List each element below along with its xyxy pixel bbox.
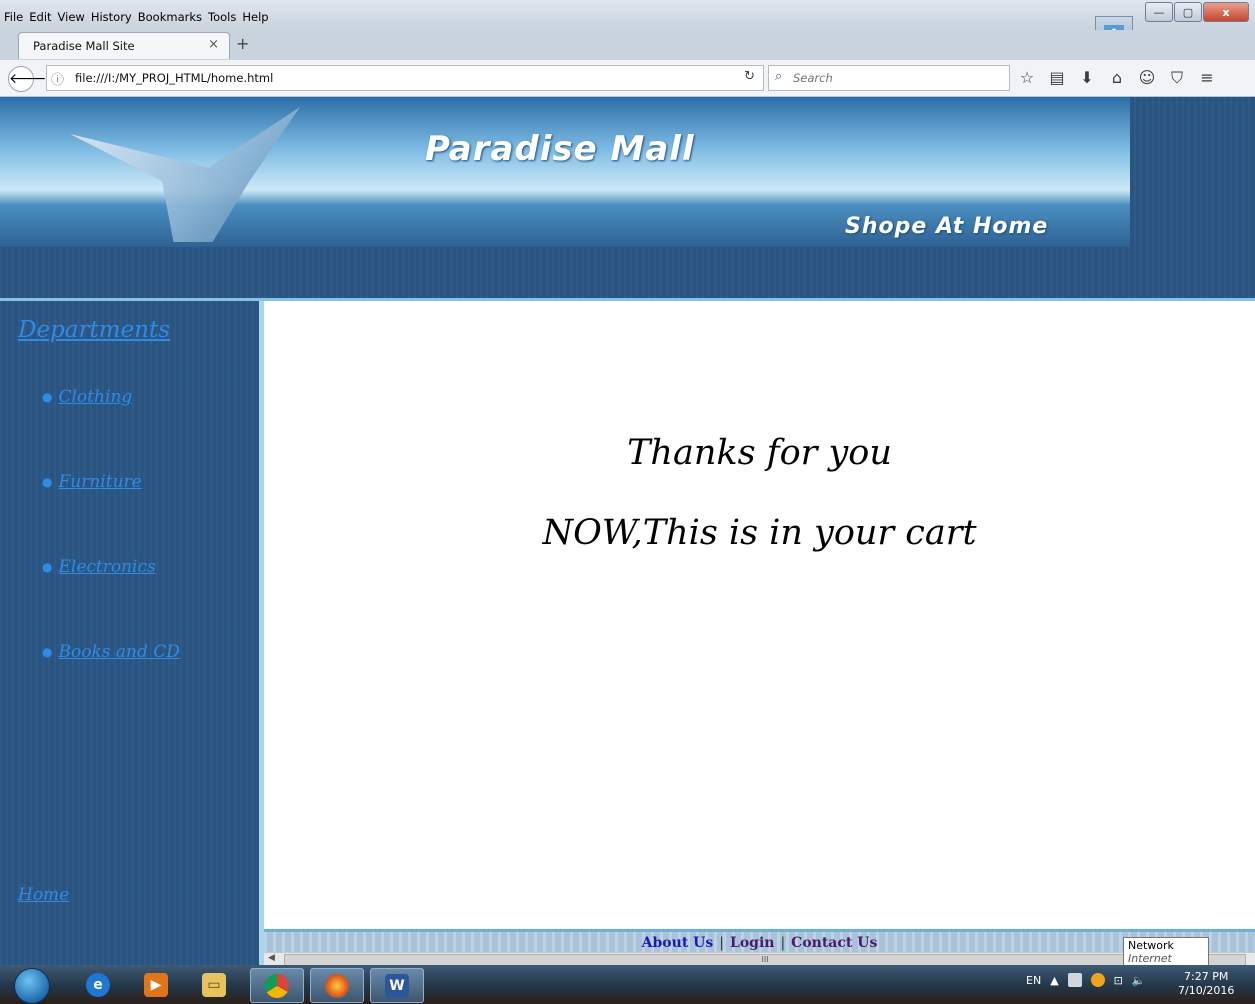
start-button[interactable] <box>14 968 50 1004</box>
tab-close-icon[interactable]: × <box>208 37 219 52</box>
tab-paradise-mall[interactable]: Paradise Mall Site × <box>18 32 230 59</box>
firefox-icon[interactable] <box>310 968 364 1003</box>
footer-separator: | <box>719 935 724 951</box>
toolbar-icons: ☆ ▤ ⬇ ⌂ ☺ ⛉ ≡ <box>1012 66 1222 90</box>
volume-icon[interactable]: 🔈 <box>1132 974 1146 987</box>
banner-title: Paradise Mall <box>425 129 695 169</box>
search-box[interactable]: ⌕ <box>768 65 1010 91</box>
dept-link-electronics[interactable]: Electronics <box>58 557 155 577</box>
url-text[interactable]: file:///I:/MY_PROJ_HTML/home.html <box>75 71 273 85</box>
menu-help[interactable]: Help <box>242 10 268 24</box>
reading-list-icon[interactable]: ▤ <box>1042 66 1072 90</box>
menu-list: File Edit View History Bookmarks Tools H… <box>4 10 269 24</box>
windows-taskbar: e ▶ ▭ W EN ▲ ⊡ 🔈 7:27 PM 7/10/2016 <box>0 965 1255 1004</box>
system-tray: EN ▲ ⊡ 🔈 <box>1026 973 1146 987</box>
new-tab-button[interactable]: + <box>236 34 249 53</box>
close-window-button[interactable]: x <box>1203 2 1249 22</box>
departments-heading[interactable]: Departments <box>18 317 170 343</box>
tab-strip: Paradise Mall Site × + <box>0 30 1255 60</box>
about-us-link[interactable]: About Us <box>642 935 714 951</box>
scroll-left-icon[interactable]: ◀ <box>268 953 275 963</box>
word-icon[interactable]: W <box>370 968 424 1003</box>
login-link[interactable]: Login <box>730 935 774 951</box>
footer-separator: | <box>780 935 786 951</box>
banner-subtitle: Shope At Home <box>845 214 1049 239</box>
reload-icon[interactable]: ↻ <box>744 69 755 84</box>
clock-date: 7/10/2016 <box>1178 984 1235 997</box>
language-indicator[interactable]: EN <box>1026 974 1041 987</box>
action-center-icon[interactable] <box>1067 973 1082 987</box>
departments-list: ● Clothing ● Furniture ● Electronics ● Books… <box>42 387 180 727</box>
bullet-icon: ● <box>42 475 53 489</box>
menu-history[interactable]: History <box>91 10 132 24</box>
downloads-icon[interactable]: ⬇ <box>1072 66 1102 90</box>
list-item: ● Furniture <box>42 472 180 557</box>
menu-tools[interactable]: Tools <box>208 10 236 24</box>
departments-sidebar: Departments ● Clothing ● Furniture ● Electr… <box>0 301 258 965</box>
network-tooltip: Network Internet access <box>1123 937 1209 978</box>
cart-message: NOW,This is in your cart <box>542 513 977 553</box>
address-bar[interactable]: ⓘ file:///I:/MY_PROJ_HTML/home.html ↻ <box>46 65 764 91</box>
back-button[interactable]: 🡐 <box>8 66 47 92</box>
bullet-icon: ● <box>42 645 53 659</box>
menu-edit[interactable]: Edit <box>29 10 51 24</box>
tooltip-title: Network <box>1128 939 1174 952</box>
window-controls: — ▢ x <box>1144 2 1249 22</box>
show-hidden-icons-icon[interactable]: ▲ <box>1050 974 1058 987</box>
browser-menubar: File Edit View History Bookmarks Tools H… <box>0 0 1255 30</box>
app-tray-icon[interactable] <box>1090 973 1105 987</box>
media-player-icon[interactable]: ▶ <box>130 968 182 1001</box>
contact-us-link[interactable]: Contact Us <box>791 935 877 951</box>
chrome-icon[interactable] <box>250 968 304 1003</box>
network-icon[interactable]: ⊡ <box>1114 974 1123 987</box>
home-link[interactable]: Home <box>18 885 69 905</box>
menu-bookmarks[interactable]: Bookmarks <box>138 10 202 24</box>
file-explorer-icon[interactable]: ▭ <box>188 968 240 1001</box>
internet-explorer-icon[interactable]: e <box>72 968 124 1001</box>
bullet-icon: ● <box>42 390 53 404</box>
menu-view[interactable]: View <box>58 10 85 24</box>
maximize-button[interactable]: ▢ <box>1174 2 1202 22</box>
dept-link-furniture[interactable]: Furniture <box>58 472 141 492</box>
search-input[interactable] <box>791 68 995 88</box>
pocket-icon[interactable]: ⛉ <box>1162 66 1192 90</box>
site-info-icon[interactable]: ⓘ <box>51 69 64 88</box>
menu-file[interactable]: File <box>4 10 23 24</box>
horizontal-scrollbar[interactable]: ◀ III <box>264 952 1255 966</box>
list-item: ● Books and CD <box>42 642 180 727</box>
list-item: ● Electronics <box>42 557 180 642</box>
bookmark-star-icon[interactable]: ☆ <box>1012 66 1042 90</box>
main-content: Thanks for you NOW,This is in your cart <box>264 301 1255 929</box>
chat-icon[interactable]: ☺ <box>1132 66 1162 90</box>
dept-link-books-cd[interactable]: Books and CD <box>58 642 179 662</box>
web-page: Paradise Mall Shope At Home Departments … <box>0 97 1255 966</box>
system-clock[interactable]: 7:27 PM 7/10/2016 <box>1178 970 1234 998</box>
tab-title: Paradise Mall Site <box>33 39 135 53</box>
list-item: ● Clothing <box>42 387 180 472</box>
bullet-icon: ● <box>42 560 53 574</box>
home-icon[interactable]: ⌂ <box>1102 66 1132 90</box>
clock-time: 7:27 PM <box>1184 970 1229 983</box>
search-icon: ⌕ <box>775 69 783 84</box>
navigation-toolbar: 🡐 ⓘ file:///I:/MY_PROJ_HTML/home.html ↻ … <box>0 60 1255 97</box>
dept-link-clothing[interactable]: Clothing <box>58 387 132 407</box>
hamburger-menu-icon[interactable]: ≡ <box>1192 66 1222 90</box>
minimize-button[interactable]: — <box>1145 2 1173 22</box>
thanks-message: Thanks for you <box>627 433 892 473</box>
site-banner: Paradise Mall Shope At Home <box>0 97 1255 298</box>
mall-building-image <box>70 107 300 242</box>
